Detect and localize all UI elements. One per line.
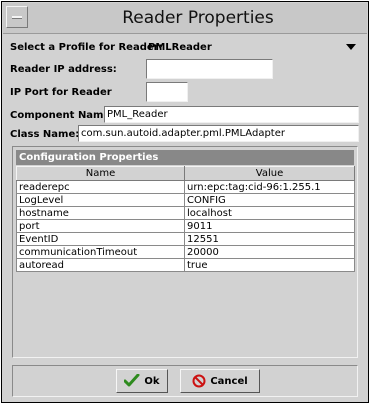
property-name[interactable]: port bbox=[16, 219, 185, 233]
ip-address-field[interactable] bbox=[146, 59, 273, 79]
cancel-label: Cancel bbox=[210, 375, 248, 387]
property-value[interactable]: 20000 bbox=[184, 245, 355, 259]
table-row[interactable]: EventID 12551 bbox=[16, 232, 355, 246]
ok-button[interactable]: Ok bbox=[116, 369, 168, 393]
property-name[interactable]: autoread bbox=[16, 258, 185, 272]
prohibited-icon bbox=[192, 374, 206, 388]
ip-label: Reader IP address: bbox=[10, 64, 117, 75]
class-name-field[interactable]: com.sun.autoid.adapter.pml.PMLAdapter bbox=[78, 125, 359, 142]
port-field[interactable] bbox=[146, 82, 188, 102]
column-header-name[interactable]: Name bbox=[16, 166, 185, 181]
config-properties-panel: Configuration Properties Name Value read… bbox=[12, 146, 358, 358]
table-row[interactable]: communicationTimeout 20000 bbox=[16, 245, 355, 259]
property-name[interactable]: communicationTimeout bbox=[16, 245, 185, 259]
chevron-down-icon[interactable] bbox=[346, 44, 356, 50]
profile-select[interactable]: PMLReader bbox=[148, 42, 212, 53]
panel-title: Configuration Properties bbox=[16, 150, 354, 165]
port-label: IP Port for Reader bbox=[10, 87, 112, 98]
table-row[interactable]: port 9011 bbox=[16, 219, 355, 233]
window-title: Reader Properties bbox=[122, 8, 274, 28]
table-row[interactable]: readerepc urn:epc:tag:cid-96:1.255.1 bbox=[16, 180, 355, 194]
check-icon bbox=[124, 374, 140, 387]
cancel-button[interactable]: Cancel bbox=[180, 369, 260, 393]
property-name[interactable]: hostname bbox=[16, 206, 185, 220]
table-row[interactable]: LogLevel CONFIG bbox=[16, 193, 355, 207]
profile-label: Select a Profile for Reader: bbox=[10, 42, 163, 53]
ok-label: Ok bbox=[144, 375, 160, 387]
property-name[interactable]: EventID bbox=[16, 232, 185, 246]
property-value[interactable]: true bbox=[184, 258, 355, 272]
property-value[interactable]: 12551 bbox=[184, 232, 355, 246]
component-label: Component Name: bbox=[10, 110, 115, 121]
properties-table: Name Value readerepc urn:epc:tag:cid-96:… bbox=[16, 166, 355, 272]
table-empty-area bbox=[16, 273, 354, 355]
property-value[interactable]: CONFIG bbox=[184, 193, 355, 207]
property-value[interactable]: localhost bbox=[184, 206, 355, 220]
table-row[interactable]: hostname localhost bbox=[16, 206, 355, 220]
property-name[interactable]: LogLevel bbox=[16, 193, 185, 207]
window-menu-icon[interactable] bbox=[6, 6, 28, 28]
property-value[interactable]: urn:epc:tag:cid-96:1.255.1 bbox=[184, 180, 355, 194]
property-name[interactable]: readerepc bbox=[16, 180, 185, 194]
component-name-field[interactable]: PML_Reader bbox=[104, 106, 359, 123]
class-label: Class Name: bbox=[10, 129, 80, 140]
column-header-value[interactable]: Value bbox=[184, 166, 355, 181]
property-value[interactable]: 9011 bbox=[184, 219, 355, 233]
dialog-window: Reader Properties Select a Profile for R… bbox=[1, 1, 369, 403]
title-bar: Reader Properties bbox=[3, 3, 367, 34]
table-row[interactable]: autoread true bbox=[16, 258, 355, 272]
